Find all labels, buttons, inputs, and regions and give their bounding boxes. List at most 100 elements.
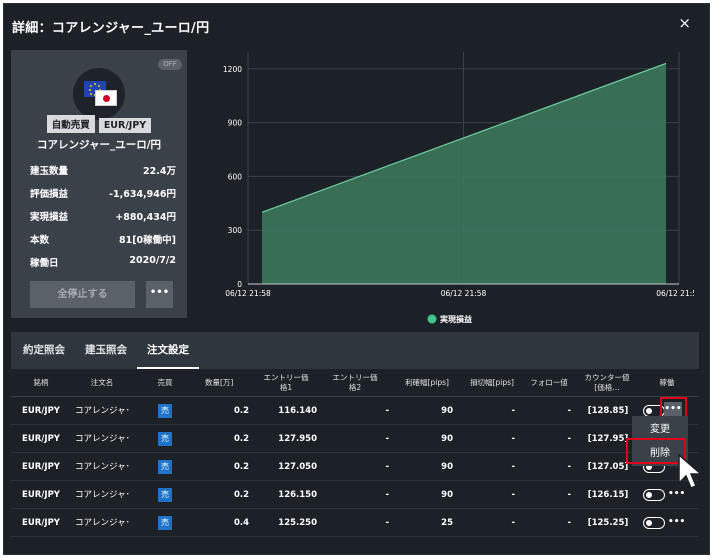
- stat-label: 評価損益: [30, 189, 69, 200]
- cell-follow: -: [567, 490, 571, 500]
- cell-entry1: 127.950: [278, 434, 317, 444]
- table-row[interactable]: EUR/JPY コアレンジャ･売 0.2 116.140-90- - [128.85] ••…: [11, 397, 699, 425]
- cell-stop-loss: -: [511, 406, 515, 416]
- tab-executions[interactable]: 約定照会: [23, 332, 65, 369]
- cell-entry1: 116.140: [278, 406, 317, 416]
- cell-follow: -: [567, 518, 571, 528]
- more-options-button[interactable]: •••: [146, 281, 173, 308]
- cell-qty: 0.2: [233, 406, 249, 416]
- col-header-stop-loss: 損切幅[pips]: [470, 378, 514, 387]
- cell-entry1: 127.050: [278, 462, 317, 472]
- cell-qty: 0.2: [233, 434, 249, 444]
- cell-entry2: -: [385, 406, 389, 416]
- cell-stop-loss: -: [511, 490, 515, 500]
- cell-qty: 0.4: [233, 518, 249, 528]
- col-header-entry-price-2: エントリー価格2: [332, 373, 378, 392]
- cell-stop-loss: -: [511, 434, 515, 444]
- table-row[interactable]: EUR/JPYコアレンジャ･売0.2127.950-90--[127.95]••…: [11, 425, 699, 453]
- sell-badge: 売: [158, 431, 172, 446]
- legend-label: 実現損益: [440, 314, 472, 324]
- cell-stop-loss: -: [511, 462, 515, 472]
- stat-value: -1,634,946円: [109, 189, 176, 200]
- cell-pair: EUR/JPY: [22, 490, 60, 500]
- strategy-summary-panel: OFF 自動売買 EUR/JPY コアレンジャー_ユーロ/円 建玉数量 22.4…: [11, 50, 187, 318]
- cell-pair: EUR/JPY: [22, 406, 60, 416]
- tab-order-settings[interactable]: 注文設定: [137, 332, 199, 369]
- cell-name: コアレンジャ･: [75, 434, 130, 444]
- col-header-side: 売買: [157, 378, 173, 387]
- table-row[interactable]: EUR/JPY コアレンジャ･売 0.2 126.150-90- - [126.15] ••…: [11, 481, 699, 509]
- col-header-take-profit: 利確幅[pips]: [405, 378, 449, 387]
- cell-follow: -: [567, 462, 571, 472]
- cell-side: 売: [135, 509, 195, 537]
- stat-label: 実現損益: [30, 212, 69, 223]
- cell-take-profit: 90: [441, 434, 453, 444]
- cell-entry2: -: [385, 462, 389, 472]
- toggle-knob: [646, 492, 652, 498]
- dialog-title: 詳細：コアレンジャー_ユーロ/円: [12, 21, 210, 36]
- legend-marker: [427, 314, 437, 324]
- y-tick-label: 1200: [223, 65, 242, 74]
- y-tick-label: 900: [228, 119, 243, 128]
- stat-value: +880,434円: [115, 212, 176, 223]
- table-row[interactable]: EUR/JPY コアレンジャ･売 0.2 127.050-90- - [127.05] ••…: [11, 453, 699, 481]
- sell-badge: 売: [158, 487, 172, 502]
- sell-badge: 売: [158, 459, 172, 474]
- cell-follow: -: [567, 434, 571, 444]
- japan-flag-icon: [95, 90, 117, 106]
- status-badge[interactable]: OFF: [158, 59, 182, 70]
- cell-pair: EUR/JPY: [22, 434, 60, 444]
- cell-counter: [125.25]: [587, 518, 629, 528]
- col-header-quantity: 数量[万]: [205, 378, 234, 387]
- cell-side: 売: [135, 481, 195, 509]
- col-header-entry-price-1: エントリー価格1: [263, 373, 309, 392]
- x-tick-label: 06/12 21:59: [656, 289, 694, 298]
- tag-currency-pair: EUR/JPY: [98, 118, 152, 133]
- tab-positions[interactable]: 建玉照会: [85, 332, 127, 369]
- tab-bar: 約定照会 建玉照会 注文設定: [11, 332, 699, 369]
- cell-side: 売: [135, 453, 195, 481]
- cell-take-profit: 90: [441, 462, 453, 472]
- row-more-button[interactable]: •••: [668, 509, 685, 537]
- table-header: 銘柄 注文名 売買 数量[万] エントリー価格1 エントリー価格2 利確幅[pi…: [11, 369, 699, 397]
- strategy-tags: 自動売買 EUR/JPY: [11, 115, 187, 133]
- cell-name: コアレンジャ･: [75, 518, 130, 528]
- cell-take-profit: 25: [441, 518, 453, 528]
- cell-entry2: -: [385, 434, 389, 444]
- cell-side: 売: [135, 397, 195, 425]
- stop-all-button[interactable]: 全停止する: [30, 281, 135, 308]
- sell-badge: 売: [158, 403, 172, 418]
- toggle-knob: [646, 520, 652, 526]
- stat-label: 稼働日: [30, 258, 59, 269]
- cell-entry2: -: [385, 490, 389, 500]
- col-header-counter: カウンター値 [価格…: [584, 373, 630, 392]
- cell-name: コアレンジャ･: [75, 406, 130, 416]
- cell-take-profit: 90: [441, 490, 453, 500]
- cell-entry1: 125.250: [278, 518, 317, 528]
- active-toggle[interactable]: [643, 517, 665, 529]
- table-row[interactable]: EUR/JPY コアレンジャ･ 売 0.4 125.250 - 25 - - [125.25] ••…: [11, 509, 699, 537]
- toggle-knob: [646, 408, 652, 414]
- y-tick-label: 600: [228, 172, 243, 181]
- cell-side: 売: [135, 425, 195, 453]
- cell-follow: -: [567, 406, 571, 416]
- title-bar: 詳細：コアレンジャー_ユーロ/円 ×: [4, 4, 711, 42]
- cell-qty: 0.2: [233, 462, 249, 472]
- eur-jpy-flags-icon: [73, 68, 125, 120]
- cell-pair: EUR/JPY: [22, 462, 60, 472]
- stat-label: 本数: [30, 235, 50, 246]
- y-tick-label: 0: [237, 280, 242, 289]
- col-header-active: 稼働: [659, 378, 675, 387]
- cell-qty: 0.2: [233, 490, 249, 500]
- x-tick-label: 06/12 21:58: [225, 289, 271, 298]
- detail-dialog: 詳細：コアレンジャー_ユーロ/円 × OFF 自動売買 EUR/JPY コアレン…: [3, 3, 710, 555]
- y-tick-label: 300: [228, 226, 243, 235]
- close-icon[interactable]: ×: [678, 14, 691, 32]
- cell-entry2: -: [385, 518, 389, 528]
- sell-badge: 売: [158, 515, 172, 530]
- cell-take-profit: 90: [441, 406, 453, 416]
- tag-auto-trade: 自動売買: [46, 115, 95, 133]
- strategy-name: コアレンジャー_ユーロ/円: [36, 139, 162, 151]
- col-header-follow: フォロー値: [530, 378, 568, 387]
- active-toggle[interactable]: [643, 489, 665, 501]
